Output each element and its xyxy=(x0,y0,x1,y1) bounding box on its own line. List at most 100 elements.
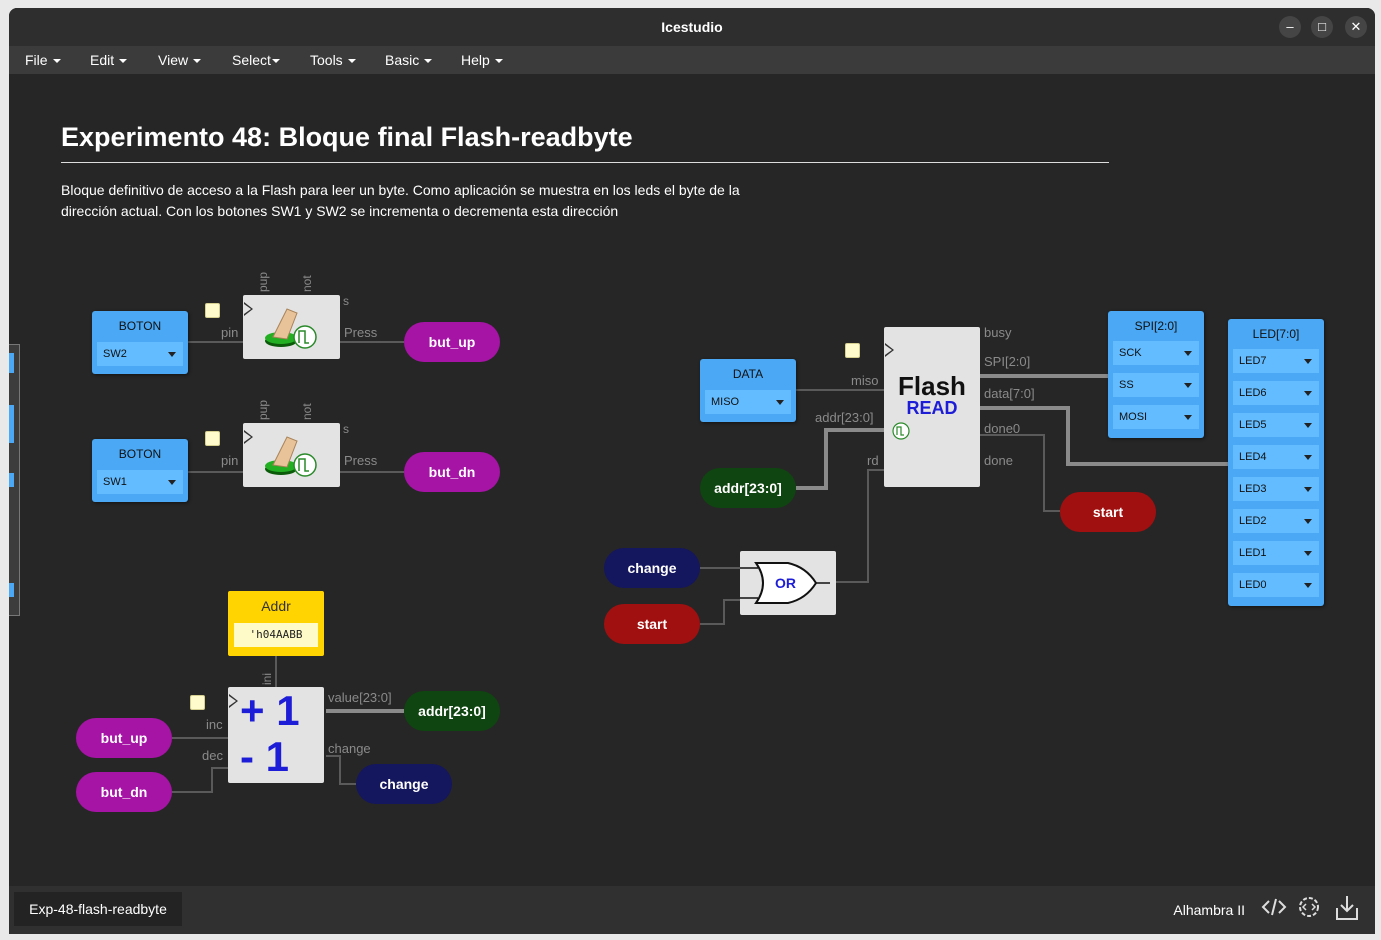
chevron-down-icon xyxy=(1304,551,1312,556)
increment-label: + 1 xyxy=(240,687,300,734)
chevron-down-icon xyxy=(119,59,128,64)
output-leds[interactable]: LED[7:0] LED7 LED6 LED5 LED4 LED3 LED2 L… xyxy=(1228,319,1324,606)
button-block-up[interactable] xyxy=(243,295,340,359)
param-input[interactable] xyxy=(205,303,220,318)
pin-select[interactable]: SW2 xyxy=(97,342,183,366)
settings-code-icon[interactable] xyxy=(1296,894,1322,925)
menu-select[interactable]: Select xyxy=(232,52,280,68)
pin-select-led6[interactable]: LED6 xyxy=(1233,381,1319,405)
input-change[interactable]: change xyxy=(604,548,700,588)
port-change: change xyxy=(328,741,371,756)
port-addr: addr[23:0] xyxy=(815,410,874,425)
input-boton-sw1[interactable]: BOTON SW1 xyxy=(92,439,188,502)
clock-port-icon xyxy=(244,302,253,316)
chevron-down-icon xyxy=(1184,383,1192,388)
pin-select[interactable]: SW1 xyxy=(97,470,183,494)
port-value: value[23:0] xyxy=(328,690,392,705)
status-bar: Exp-48-flash-readbyte Alhambra II xyxy=(9,886,1375,934)
pin-select-led7[interactable]: LED7 xyxy=(1233,349,1319,373)
pin-select-led4[interactable]: LED4 xyxy=(1233,445,1319,469)
flash-read-block[interactable]: Flash READ xyxy=(884,327,980,487)
input-label: DATA xyxy=(732,367,764,381)
menu-basic[interactable]: Basic xyxy=(385,52,433,68)
pin-select-ss[interactable]: SS xyxy=(1113,373,1199,397)
constant-addr[interactable]: Addr 'h04AABB xyxy=(228,591,324,656)
input-but-up[interactable]: but_up xyxy=(76,718,172,758)
window-title: Icestudio xyxy=(661,19,723,35)
constant-value-input[interactable]: 'h04AABB xyxy=(234,623,318,647)
input-label: BOTON xyxy=(118,319,162,333)
menu-file[interactable]: File xyxy=(25,52,61,68)
output-but-up[interactable]: but_up xyxy=(404,322,500,362)
button-block-down[interactable] xyxy=(243,423,340,487)
port-rd: rd xyxy=(867,453,879,468)
param-input[interactable] xyxy=(845,343,860,358)
pulse-icon xyxy=(892,422,910,440)
flash-subtitle: READ xyxy=(906,398,958,418)
port-ini: ini xyxy=(260,672,274,685)
param-input[interactable] xyxy=(205,431,220,446)
chevron-down-icon xyxy=(776,400,784,405)
pin-select-led2[interactable]: LED2 xyxy=(1233,509,1319,533)
port-pin: pin xyxy=(221,453,239,468)
pin-select-led0[interactable]: LED0 xyxy=(1233,573,1319,597)
menu-view[interactable]: View xyxy=(158,52,202,68)
pin-select-mosi[interactable]: MOSI xyxy=(1113,405,1199,429)
pin-select[interactable]: MISO xyxy=(705,390,791,414)
output-but-dn[interactable]: but_dn xyxy=(404,452,500,492)
chevron-down-icon xyxy=(193,59,202,64)
port-press: Press xyxy=(344,453,378,468)
file-tab[interactable]: Exp-48-flash-readbyte xyxy=(14,892,182,926)
input-but-dn[interactable]: but_dn xyxy=(76,772,172,812)
clock-port-icon xyxy=(885,343,894,357)
port-press: Press xyxy=(344,325,378,340)
input-data-miso[interactable]: DATA MISO xyxy=(700,359,796,422)
output-change[interactable]: change xyxy=(356,764,452,804)
design-canvas[interactable]: Experimento 48: Bloque final Flash-readb… xyxy=(9,74,1375,886)
board-selector[interactable]: Alhambra II xyxy=(1173,902,1245,918)
wires-layer xyxy=(172,341,1228,793)
output-spi[interactable]: SPI[2:0] SCK SS MOSI xyxy=(1108,311,1204,438)
input-label: BOTON xyxy=(118,447,162,461)
port-done0: done0 xyxy=(984,421,1021,436)
output-label: LED[7:0] xyxy=(1252,327,1300,341)
menu-tools[interactable]: Tools xyxy=(310,52,356,68)
pin-select-sck[interactable]: SCK xyxy=(1113,341,1199,365)
port-pup: pup xyxy=(256,399,270,420)
input-start[interactable]: start xyxy=(604,604,700,644)
output-start[interactable]: start xyxy=(1060,492,1156,532)
chevron-down-icon xyxy=(1304,455,1312,460)
code-view-icon[interactable] xyxy=(1261,894,1287,925)
menu-help[interactable]: Help xyxy=(461,52,503,68)
counter-block[interactable]: + 1 - 1 xyxy=(228,687,324,783)
param-input[interactable] xyxy=(190,695,205,710)
download-icon[interactable] xyxy=(1334,894,1360,927)
decrement-label: - 1 xyxy=(240,733,290,780)
port-pup: pup xyxy=(256,271,270,292)
button-press-icon xyxy=(265,308,317,349)
pin-select-led1[interactable]: LED1 xyxy=(1233,541,1319,565)
pin-select-led5[interactable]: LED5 xyxy=(1233,413,1319,437)
title-bar: Icestudio – □ ✕ xyxy=(9,8,1375,46)
chevron-down-icon xyxy=(271,59,280,64)
port-inc: inc xyxy=(206,717,223,732)
maximize-button[interactable]: □ xyxy=(1311,16,1333,38)
port-not: not xyxy=(300,403,314,420)
menu-edit[interactable]: Edit xyxy=(90,52,128,68)
chevron-down-icon xyxy=(424,59,433,64)
collapsed-side-panel[interactable] xyxy=(9,344,20,616)
input-boton-sw2[interactable]: BOTON SW2 xyxy=(92,311,188,374)
chevron-down-icon xyxy=(1304,583,1312,588)
constant-label: Addr xyxy=(261,598,291,614)
chevron-down-icon xyxy=(52,59,61,64)
or-gate-block[interactable]: OR xyxy=(740,551,836,615)
port-data: data[7:0] xyxy=(984,386,1035,401)
chevron-down-icon xyxy=(1304,359,1312,364)
port-s: s xyxy=(343,422,349,436)
input-addr[interactable]: addr[23:0] xyxy=(700,468,796,508)
port-busy: busy xyxy=(984,325,1012,340)
minimize-button[interactable]: – xyxy=(1279,16,1301,38)
output-addr[interactable]: addr[23:0] xyxy=(404,691,500,731)
close-button[interactable]: ✕ xyxy=(1345,16,1367,38)
pin-select-led3[interactable]: LED3 xyxy=(1233,477,1319,501)
